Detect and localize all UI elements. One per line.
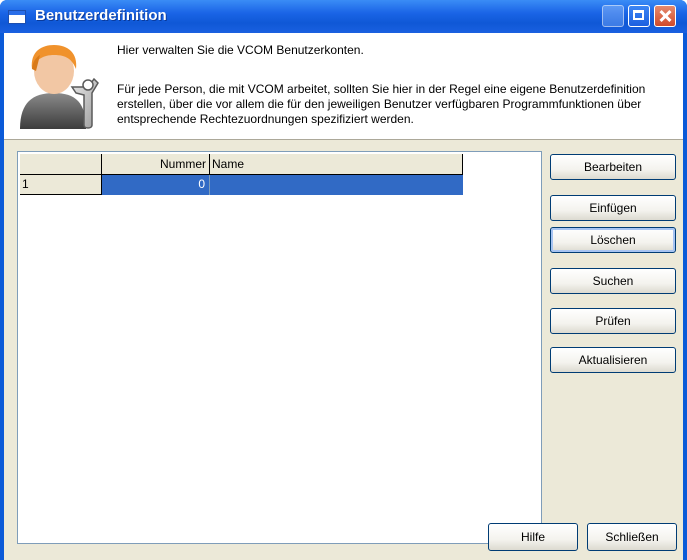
column-header-index — [20, 154, 102, 175]
maximize-icon[interactable] — [628, 5, 650, 27]
intro-text: Hier verwalten Sie die VCOM Benutzerkont… — [117, 43, 364, 57]
einfuegen-button[interactable]: Einfügen — [550, 195, 676, 221]
description-text: Für jede Person, die mit VCOM arbeitet, … — [117, 82, 646, 126]
dialog-window: Benutzerdefinition Hier verwalten Sie di… — [0, 0, 687, 560]
loeschen-button[interactable]: Löschen — [550, 227, 676, 253]
window-title: Benutzerdefinition — [35, 7, 167, 24]
user-table[interactable]: Nummer Name 1 0 — [17, 151, 542, 544]
title-bar[interactable]: Benutzerdefinition — [0, 0, 687, 33]
close-icon[interactable] — [654, 5, 676, 27]
pruefen-button[interactable]: Prüfen — [550, 308, 676, 334]
window-icon — [8, 10, 26, 24]
suchen-button[interactable]: Suchen — [550, 268, 676, 294]
aktualisieren-button[interactable]: Aktualisieren — [550, 347, 676, 373]
cell-name[interactable] — [210, 175, 463, 195]
schliessen-button[interactable]: Schließen — [587, 523, 677, 551]
cell-nummer[interactable]: 0 — [102, 175, 210, 195]
minimize-icon[interactable] — [602, 5, 624, 27]
row-header[interactable]: 1 — [20, 175, 102, 195]
info-header: Hier verwalten Sie die VCOM Benutzerkont… — [4, 33, 683, 140]
column-header-nummer[interactable]: Nummer — [102, 154, 210, 175]
bearbeiten-button[interactable]: Bearbeiten — [550, 154, 676, 180]
hilfe-button[interactable]: Hilfe — [488, 523, 578, 551]
column-header-name[interactable]: Name — [210, 154, 463, 175]
dialog-client: Hier verwalten Sie die VCOM Benutzerkont… — [4, 33, 683, 560]
user-settings-icon — [20, 45, 99, 129]
